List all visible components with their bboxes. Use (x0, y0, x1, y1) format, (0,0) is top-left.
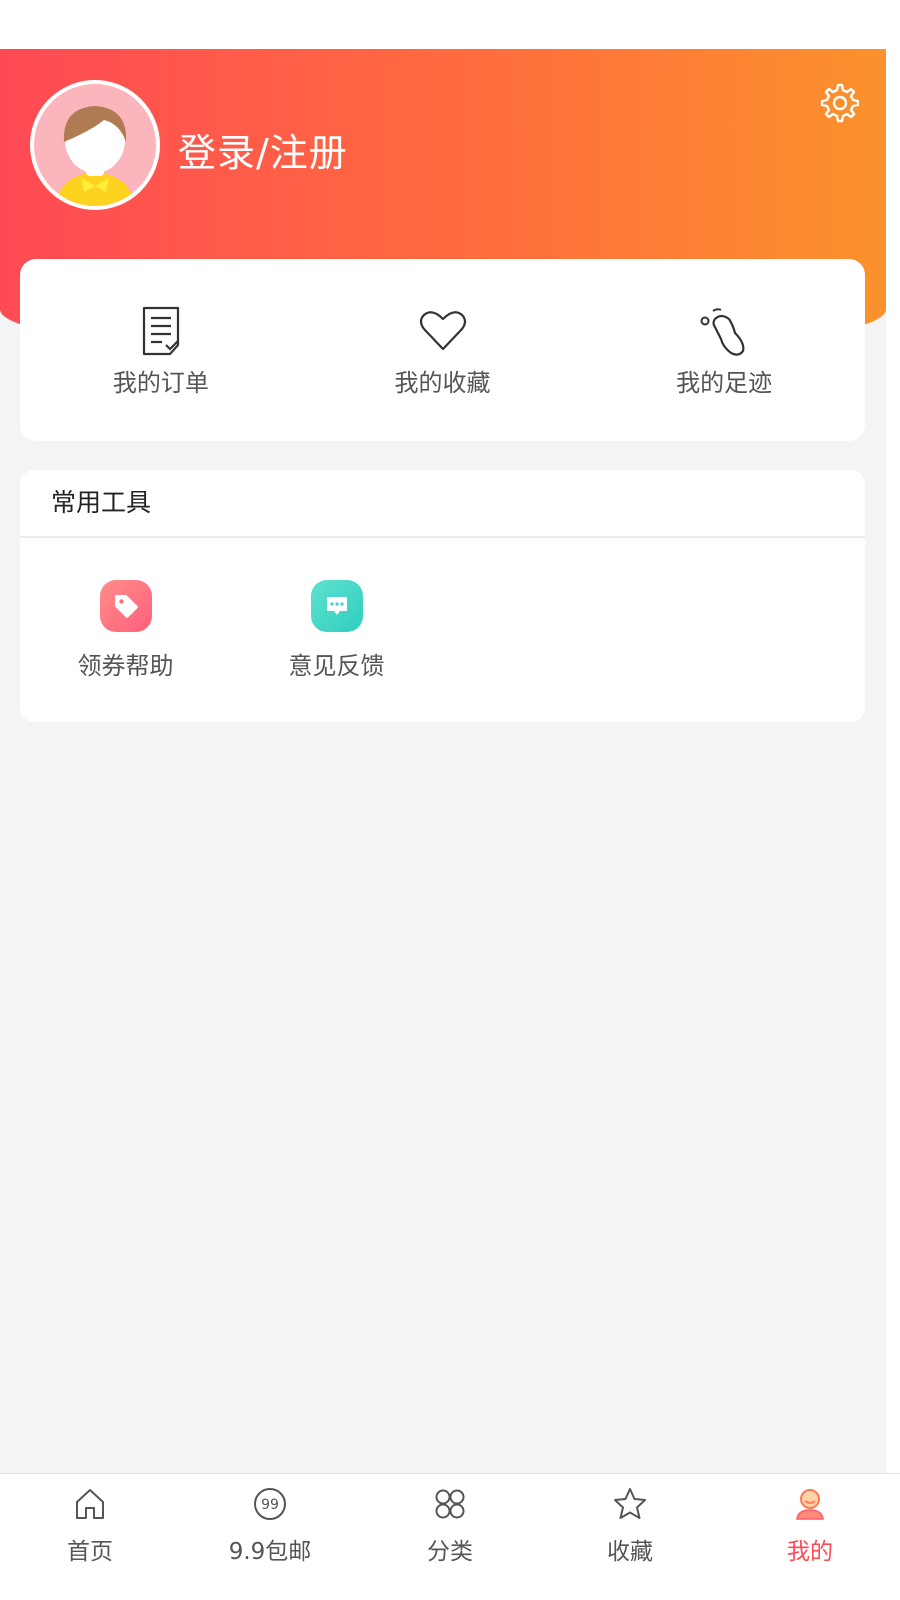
common-tools-card: 常用工具 领券帮助 意见反馈 (20, 470, 865, 722)
coupon-tag-icon (99, 580, 152, 632)
feedback-button[interactable]: 意见反馈 (231, 538, 442, 681)
nine-nine-icon: 99 (254, 1488, 286, 1520)
tools-grid: 领券帮助 意见反馈 (20, 538, 865, 681)
settings-gear-icon[interactable] (817, 82, 860, 124)
bottom-tab-bar: 首页 99 9.9包邮 分类 收藏 我的 (0, 1473, 900, 1600)
my-orders-button[interactable]: 我的订单 (20, 259, 302, 441)
tab-category-label: 分类 (427, 1539, 473, 1565)
feedback-label: 意见反馈 (288, 652, 385, 680)
tab-favorites[interactable]: 收藏 (540, 1474, 720, 1600)
order-list-icon (142, 306, 179, 356)
profile-icon (796, 1489, 824, 1520)
home-icon (76, 1489, 104, 1519)
coupon-help-button[interactable]: 领券帮助 (20, 538, 231, 681)
tab-favorites-label: 收藏 (607, 1539, 653, 1565)
coupon-help-label: 领券帮助 (77, 652, 174, 680)
message-icon (310, 580, 363, 632)
screen-edge (886, 49, 900, 1473)
tab-category[interactable]: 分类 (360, 1474, 540, 1600)
quick-links-card: 我的订单 我的收藏 我的足迹 (20, 259, 865, 441)
category-icon (435, 1489, 465, 1519)
tab-profile-label: 我的 (787, 1539, 833, 1565)
my-orders-label: 我的订单 (112, 369, 209, 397)
status-bar (0, 0, 900, 49)
my-footprints-label: 我的足迹 (676, 369, 773, 397)
tab-home-label: 首页 (67, 1539, 113, 1565)
common-tools-title: 常用工具 (20, 470, 865, 538)
my-footprints-button[interactable]: 我的足迹 (583, 259, 865, 441)
tab-nine-nine[interactable]: 99 9.9包邮 (180, 1474, 360, 1600)
tab-profile[interactable]: 我的 (720, 1474, 900, 1600)
avatar[interactable] (30, 80, 160, 210)
tab-home[interactable]: 首页 (0, 1474, 180, 1600)
my-favorites-label: 我的收藏 (394, 369, 491, 397)
login-register-link[interactable]: 登录/注册 (178, 122, 348, 177)
star-icon (614, 1488, 646, 1519)
my-favorites-button[interactable]: 我的收藏 (302, 259, 584, 441)
tab-nine-nine-label: 9.9包邮 (228, 1539, 312, 1565)
heart-icon (419, 311, 466, 351)
svg-text:99: 99 (261, 1497, 279, 1513)
footprint-icon (700, 308, 745, 356)
